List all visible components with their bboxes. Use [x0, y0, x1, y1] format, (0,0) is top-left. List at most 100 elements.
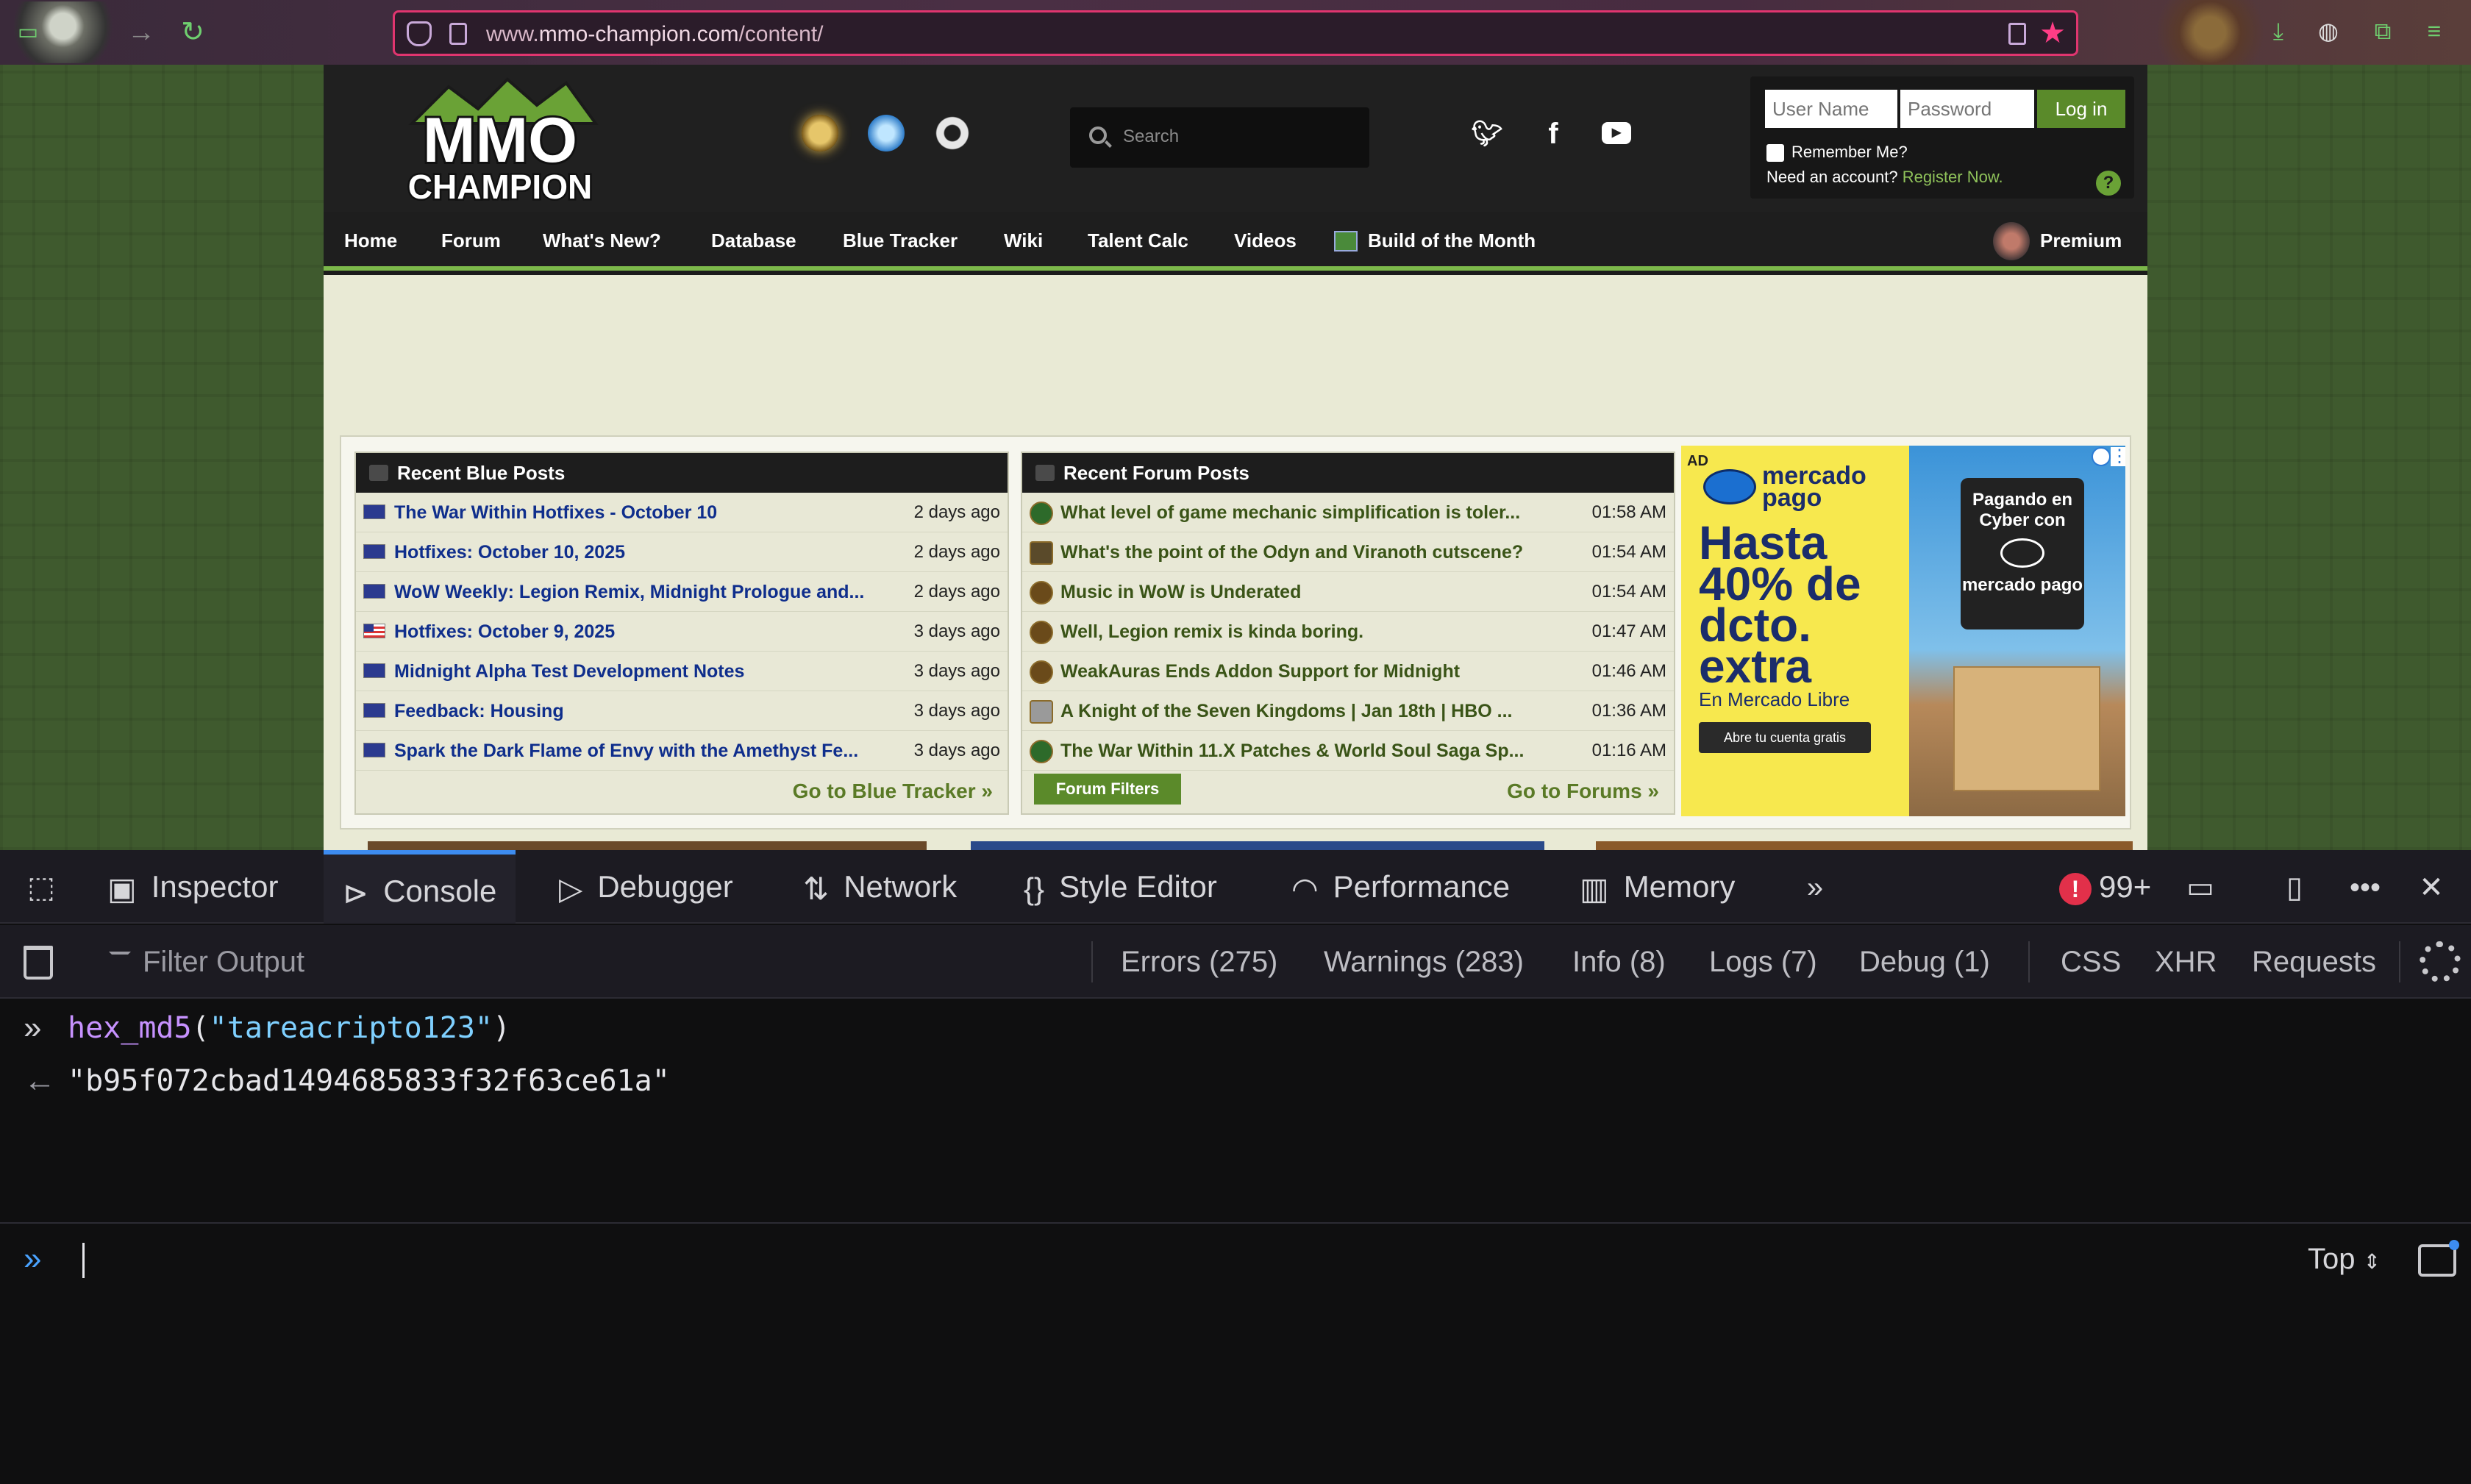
context-selector[interactable]: Top ⇕ — [2308, 1238, 2381, 1283]
console-result[interactable]: "b95f072cbad1494685833f32f63ce61a" — [68, 1060, 670, 1102]
post-title[interactable]: Hotfixes: October 9, 2025 — [394, 621, 894, 643]
list-item[interactable]: Hotfixes: October 10, 2025 2 days ago — [356, 532, 1008, 572]
filter-warnings[interactable]: Warnings (283) — [1324, 944, 1524, 980]
error-count-badge[interactable]: ! 99+ — [2059, 868, 2151, 906]
youtube-icon[interactable]: ▶ — [1602, 122, 1631, 144]
tab-memory[interactable]: ▥ Memory — [1580, 850, 1735, 924]
tracking-protection-icon[interactable] — [407, 21, 432, 46]
list-item[interactable]: WeakAuras Ends Addon Support for Midnigh… — [1022, 652, 1674, 691]
login-button[interactable]: Log in — [2037, 90, 2125, 128]
post-title[interactable]: Well, Legion remix is kinda boring. — [1060, 621, 1584, 643]
clear-console-icon[interactable] — [24, 946, 53, 980]
lock-icon[interactable] — [449, 23, 467, 45]
tab-style-editor[interactable]: {} Style Editor — [1024, 850, 1217, 924]
element-picker-icon[interactable]: ⬚ — [19, 869, 63, 906]
post-title[interactable]: A Knight of the Seven Kingdoms | Jan 18t… — [1060, 700, 1584, 722]
remember-checkbox[interactable] — [1766, 144, 1784, 163]
filter-output-input[interactable]: Filter Output — [109, 944, 304, 980]
post-title[interactable]: Music in WoW is Underated — [1060, 581, 1584, 603]
nav-database[interactable]: Database — [711, 228, 796, 253]
nav-videos[interactable]: Videos — [1234, 228, 1297, 253]
filter-info[interactable]: Info (8) — [1572, 944, 1666, 980]
register-link[interactable]: Register Now. — [1903, 168, 2003, 186]
ad-more-icon[interactable]: ⋮ — [2111, 447, 2125, 466]
console-settings-gear-icon[interactable] — [2420, 941, 2461, 982]
nav-talent-calc[interactable]: Talent Calc — [1088, 228, 1188, 253]
filter-requests[interactable]: Requests — [2252, 944, 2376, 980]
filter-css[interactable]: CSS — [2061, 944, 2121, 980]
facebook-icon[interactable]: f — [1537, 118, 1569, 150]
filter-xhr[interactable]: XHR — [2155, 944, 2217, 980]
list-item[interactable]: The War Within Hotfixes - October 10 2 da… — [356, 493, 1008, 532]
nav-home[interactable]: Home — [344, 228, 397, 253]
list-item[interactable]: What level of game mechanic simplificati… — [1022, 493, 1674, 532]
post-title[interactable]: What level of game mechanic simplificati… — [1060, 502, 1584, 524]
sidebar-icon[interactable]: ▭ — [10, 15, 46, 50]
list-item[interactable]: The War Within 11.X Patches & World Soul… — [1022, 731, 1674, 771]
console-command[interactable]: hex_md5("tareacripto123") — [68, 1007, 510, 1049]
nav-premium[interactable]: Premium — [2040, 228, 2122, 253]
reload-icon[interactable]: ↻ — [175, 15, 210, 50]
list-item[interactable]: Hotfixes: October 9, 2025 3 days ago — [356, 612, 1008, 652]
filter-debug[interactable]: Debug (1) — [1859, 944, 1990, 980]
download-icon[interactable]: ⤓ — [2262, 15, 2294, 47]
account-icon[interactable]: ◍ — [2312, 15, 2345, 47]
tab-debugger[interactable]: ▷ Debugger — [559, 850, 733, 924]
reader-view-icon[interactable] — [2008, 23, 2026, 45]
list-item[interactable]: A Knight of the Seven Kingdoms | Jan 18t… — [1022, 691, 1674, 731]
nav-whats-new[interactable]: What's New? — [543, 228, 661, 253]
ad-cta-button[interactable]: Abre tu cuenta gratis — [1699, 722, 1871, 753]
post-title[interactable]: WoW Weekly: Legion Remix, Midnight Prolo… — [394, 581, 894, 603]
post-title[interactable]: Feedback: Housing — [394, 700, 894, 722]
list-item[interactable]: What's the point of the Odyn and Viranot… — [1022, 532, 1674, 572]
tab-console[interactable]: ⊳ Console — [324, 850, 516, 924]
list-item[interactable]: Midnight Alpha Test Development Notes 3 d… — [356, 652, 1008, 691]
list-item[interactable]: Well, Legion remix is kinda boring. 01:47… — [1022, 612, 1674, 652]
advertisement[interactable]: AD mercado pago Hasta 40% de dcto. extra… — [1681, 446, 2125, 816]
post-title[interactable]: Midnight Alpha Test Development Notes — [394, 660, 894, 682]
list-item[interactable]: WoW Weekly: Legion Remix, Midnight Prolo… — [356, 572, 1008, 612]
ad-info-icon[interactable] — [2092, 447, 2111, 466]
list-item[interactable]: Music in WoW is Underated 01:54 AM — [1022, 572, 1674, 612]
responsive-design-icon[interactable]: ▯ — [2272, 869, 2317, 906]
go-to-forums-link[interactable]: Go to Forums » — [1507, 780, 1659, 803]
close-icon[interactable]: ✕ — [2409, 869, 2453, 906]
nav-blue-tracker[interactable]: Blue Tracker — [843, 228, 958, 253]
extensions-icon[interactable]: ⧉ — [2367, 15, 2399, 47]
list-item[interactable]: Spark the Dark Flame of Envy with the Am… — [356, 731, 1008, 771]
more-options-icon[interactable]: ••• — [2343, 869, 2387, 906]
more-tabs-icon[interactable]: » — [1793, 869, 1837, 906]
forum-filters-button[interactable]: Forum Filters — [1034, 774, 1181, 805]
post-title[interactable]: The War Within Hotfixes - October 10 — [394, 502, 894, 524]
split-console-icon[interactable] — [2418, 1240, 2459, 1277]
filter-logs[interactable]: Logs (7) — [1709, 944, 1817, 980]
post-title[interactable]: Spark the Dark Flame of Envy with the Am… — [394, 740, 894, 762]
forward-icon[interactable]: → — [124, 15, 159, 50]
url-text[interactable]: www.mmo-champion.com/content/ — [486, 21, 824, 48]
tab-inspector[interactable]: ▣ Inspector — [104, 850, 281, 924]
wow-icon[interactable] — [802, 115, 838, 151]
nav-build-of-the-month[interactable]: Build of the Month — [1368, 228, 1536, 253]
bookmark-star-icon[interactable]: ★ — [2039, 17, 2066, 49]
nav-forum[interactable]: Forum — [441, 228, 501, 253]
password-input[interactable] — [1900, 90, 2034, 128]
post-title[interactable]: WeakAuras Ends Addon Support for Midnigh… — [1060, 660, 1584, 682]
remember-me[interactable]: Remember Me? — [1766, 141, 1908, 163]
overwatch-icon[interactable] — [934, 115, 971, 151]
heroes-icon[interactable] — [868, 115, 905, 151]
address-bar[interactable]: www.mmo-champion.com/content/ ★ — [393, 10, 2078, 56]
username-input[interactable] — [1765, 90, 1897, 128]
tab-performance[interactable]: ◠ Performance — [1291, 850, 1510, 924]
site-search[interactable]: Search — [1070, 107, 1369, 168]
post-title[interactable]: Hotfixes: October 10, 2025 — [394, 541, 894, 563]
list-item[interactable]: Feedback: Housing 3 days ago — [356, 691, 1008, 731]
help-icon[interactable]: ? — [2096, 171, 2121, 196]
dock-layout-icon[interactable]: ▭ — [2178, 869, 2222, 906]
post-title[interactable]: What's the point of the Odyn and Viranot… — [1060, 541, 1584, 563]
filter-errors[interactable]: Errors (275) — [1121, 944, 1277, 980]
tab-network[interactable]: ⇅ Network — [803, 850, 957, 924]
twitter-icon[interactable]: 🐦︎ — [1471, 118, 1503, 150]
post-title[interactable]: The War Within 11.X Patches & World Soul… — [1060, 740, 1584, 762]
menu-icon[interactable]: ≡ — [2418, 15, 2450, 47]
nav-wiki[interactable]: Wiki — [1004, 228, 1043, 253]
